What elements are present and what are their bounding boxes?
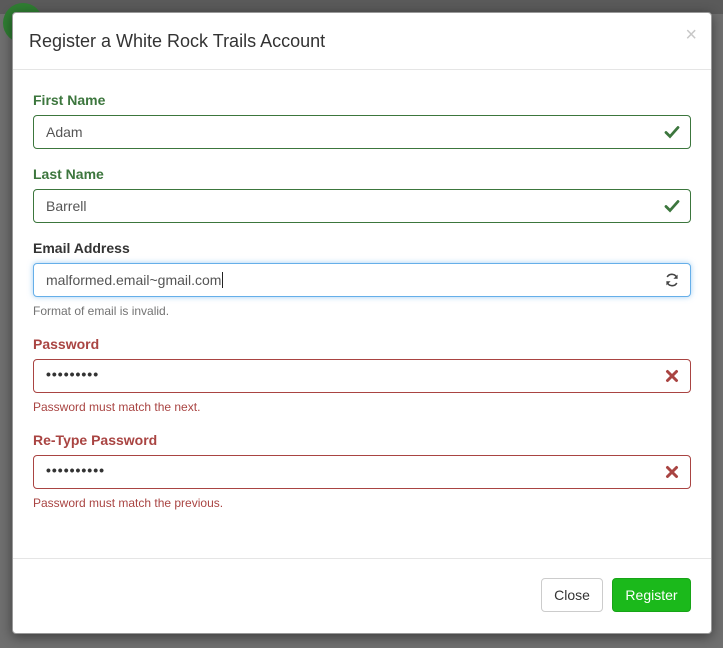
retype-password-field[interactable]: •••••••••• — [33, 455, 691, 489]
register-button[interactable]: Register — [612, 578, 691, 612]
times-icon — [666, 370, 678, 382]
close-icon[interactable]: × — [685, 25, 697, 45]
refresh-icon — [666, 273, 678, 287]
email-help-text: Format of email is invalid. — [33, 304, 170, 318]
password-label: Password — [33, 336, 100, 352]
first-name-field[interactable]: Adam — [33, 115, 691, 149]
password-help-text: Password must match the next. — [33, 400, 201, 414]
first-name-value: Adam — [46, 124, 83, 140]
password-field[interactable]: ••••••••• — [33, 359, 691, 393]
email-value-wrap: malformed.email~gmail.com — [46, 272, 224, 288]
last-name-label: Last Name — [33, 166, 104, 182]
retype-password-help-text: Password must match the previous. — [33, 496, 224, 510]
modal-body: First Name Adam Last Name Barrell Email … — [13, 70, 711, 560]
last-name-field[interactable]: Barrell — [33, 189, 691, 223]
retype-password-label: Re-Type Password — [33, 432, 158, 448]
modal-title: Register a White Rock Trails Account — [29, 31, 326, 51]
first-name-label: First Name — [33, 92, 106, 108]
modal-footer: Close Register — [13, 558, 711, 633]
email-field[interactable]: malformed.email~gmail.com — [33, 263, 691, 297]
times-icon — [666, 466, 678, 478]
register-modal: Register a White Rock Trails Account × F… — [12, 12, 712, 634]
email-value: malformed.email~gmail.com — [46, 272, 222, 288]
check-icon — [664, 126, 680, 139]
password-value: ••••••••• — [46, 366, 100, 382]
text-cursor — [222, 272, 224, 288]
email-label: Email Address — [33, 240, 130, 256]
check-icon — [664, 200, 680, 213]
retype-password-value: •••••••••• — [46, 462, 106, 478]
close-button[interactable]: Close — [541, 578, 603, 612]
modal-header: Register a White Rock Trails Account × — [13, 13, 711, 70]
last-name-value: Barrell — [46, 198, 87, 214]
